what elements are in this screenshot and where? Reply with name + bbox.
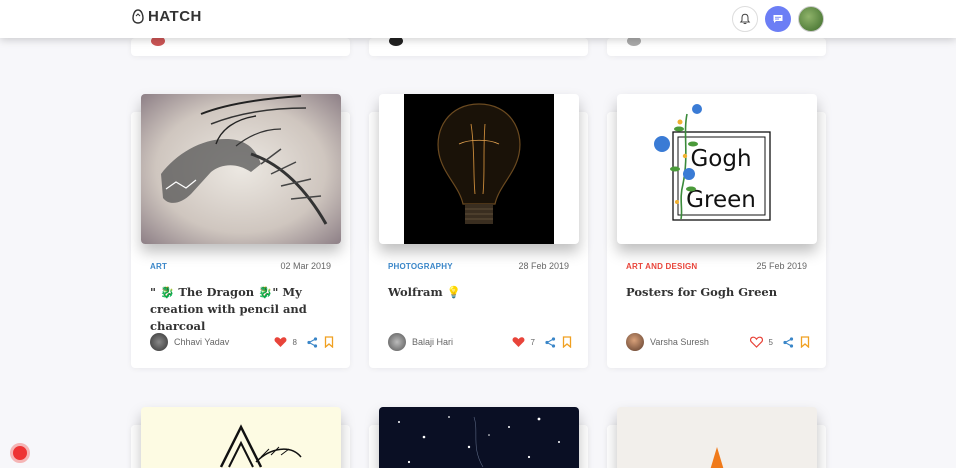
share-icon[interactable] [307,336,318,348]
post-card[interactable] [131,407,350,468]
messages-button[interactable] [765,6,791,32]
author-avatar [626,333,644,351]
bookmark-icon[interactable] [562,336,572,348]
post-actions: 7 [512,336,572,348]
like-count: 7 [530,337,535,347]
post-card[interactable]: ART 02 Mar 2019 " 🐉 The Dragon 🐉" My cre… [131,94,350,368]
heart-outline-icon[interactable] [749,336,763,348]
post-title[interactable]: Posters for Gogh Green [626,284,811,301]
post-category[interactable]: ART [150,262,167,271]
post-thumbnail[interactable]: Gogh Green [617,94,817,244]
post-date: 28 Feb 2019 [518,261,569,271]
post-author[interactable]: Chhavi Yadav [150,333,229,351]
post-author[interactable]: Varsha Suresh [626,333,709,351]
post-category[interactable]: ART AND DESIGN [626,262,697,271]
author-name: Balaji Hari [412,337,454,347]
heart-icon[interactable] [274,336,287,348]
bookmark-icon[interactable] [324,336,334,348]
egg-icon [132,9,144,24]
top-navbar: HATCH [0,0,956,38]
user-avatar[interactable] [798,6,824,32]
message-icon [773,15,783,23]
post-thumbnail[interactable] [379,94,579,244]
post-title[interactable]: " 🐉 The Dragon 🐉" My creation with penci… [150,284,335,335]
post-card[interactable] [607,407,826,468]
card-partial[interactable] [607,36,826,56]
post-thumbnail[interactable] [141,407,341,468]
night-sky-image [398,416,560,468]
bookmark-icon[interactable] [800,336,810,348]
post-date: 25 Feb 2019 [756,261,807,271]
author-name: Varsha Suresh [650,337,709,347]
post-category[interactable]: PHOTOGRAPHY [388,262,453,271]
poster-word-2: Green [686,187,756,213]
dragon-sketch-image [161,95,328,225]
post-thumbnail[interactable] [617,407,817,468]
post-card[interactable] [369,407,588,468]
orange-shape-image [710,447,724,468]
lightbulb-photo [404,94,554,244]
author-name: Chhavi Yadav [174,337,230,347]
post-card[interactable]: PHOTOGRAPHY 28 Feb 2019 Wolfram 💡 Balaji… [369,94,588,368]
post-thumbnail[interactable] [141,94,341,244]
brand-name: HATCH [148,8,202,25]
card-partial[interactable] [131,36,350,56]
heart-icon[interactable] [512,336,525,348]
share-icon[interactable] [545,336,556,348]
like-count: 8 [292,337,297,347]
share-icon[interactable] [783,336,794,348]
bell-icon [739,13,751,25]
notification-alert-button[interactable] [10,443,30,463]
post-actions: 8 [274,336,334,348]
brand-logo[interactable]: HATCH [132,8,202,25]
like-count: 5 [768,337,773,347]
sketch-image [219,424,302,468]
notifications-button[interactable] [732,6,758,32]
post-thumbnail[interactable] [379,407,579,468]
author-avatar [388,333,406,351]
post-title[interactable]: Wolfram 💡 [388,284,573,301]
post-actions: 5 [749,336,810,348]
card-partial[interactable] [369,36,588,56]
gogh-green-poster: Gogh Green [654,104,771,221]
post-date: 02 Mar 2019 [280,261,331,271]
poster-word-1: Gogh [690,146,751,172]
post-card[interactable]: Gogh Green ART AND DESIGN 25 Feb 2019 Po… [607,94,826,368]
author-avatar [150,333,168,351]
post-author[interactable]: Balaji Hari [388,333,453,351]
